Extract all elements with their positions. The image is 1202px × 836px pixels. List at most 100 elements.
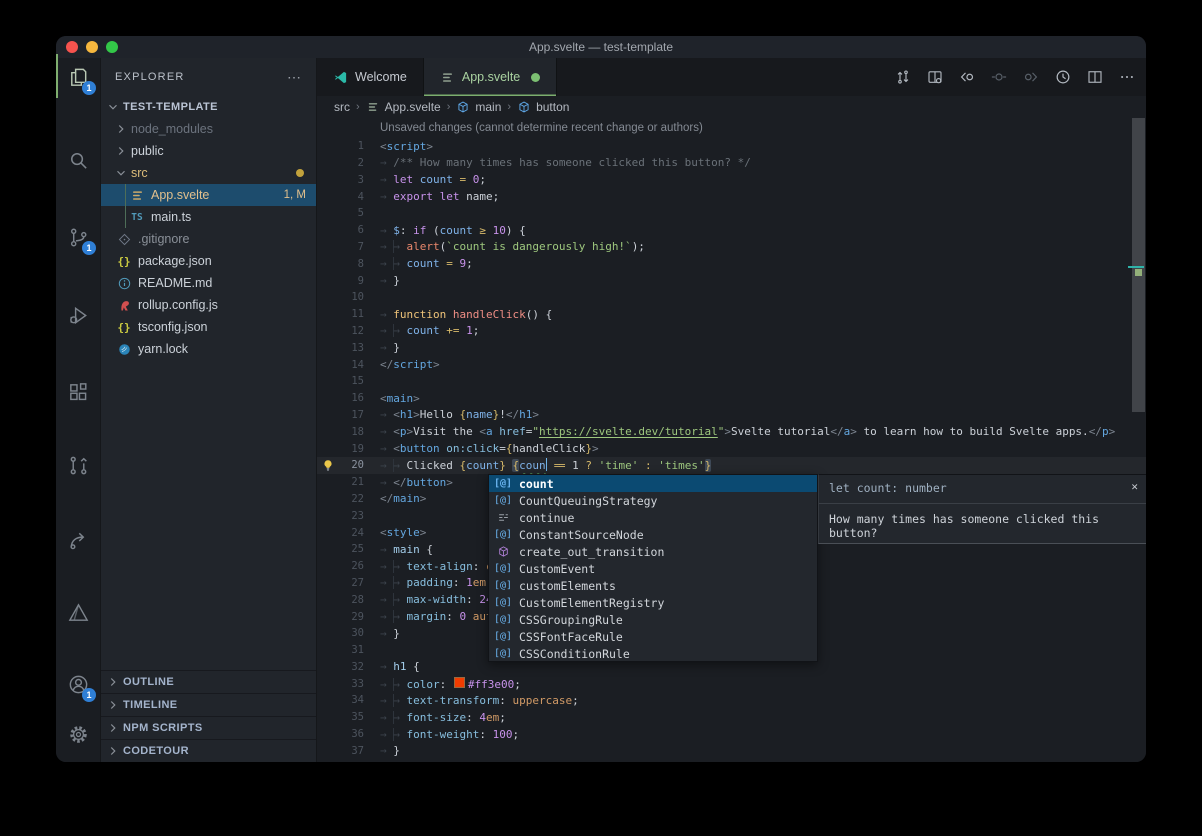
suggest-item-customelementregistry[interactable]: [@]CustomElementRegistry: [489, 594, 817, 611]
code-line-37[interactable]: 37→ }: [317, 742, 1146, 759]
suggest-item-cssconditionrule[interactable]: [@]CSSConditionRule: [489, 645, 817, 662]
suggest-item-count[interactable]: [@]count: [489, 475, 817, 492]
code-line-34[interactable]: 34→ → text-transform: uppercase;: [317, 692, 1146, 709]
navigate-back-icon[interactable]: [958, 68, 976, 86]
pull-request-icon[interactable]: [56, 448, 100, 482]
tree-item-rollup-config-js[interactable]: rollup.config.js: [101, 294, 316, 316]
code-line-7[interactable]: 7→ → alert(`count is dangerously high!`)…: [317, 239, 1146, 256]
open-changes-icon[interactable]: [926, 68, 944, 86]
split-editor-icon[interactable]: [1086, 68, 1104, 86]
section-timeline[interactable]: TIMELINE: [101, 693, 316, 716]
code-line-15[interactable]: 15: [317, 373, 1146, 390]
account-icon[interactable]: 1: [56, 667, 100, 701]
color-swatch[interactable]: [454, 677, 465, 688]
minimize-window-button[interactable]: [86, 41, 98, 53]
tree-item-app-svelte[interactable]: App.svelte1, M: [101, 184, 316, 206]
source-control-icon[interactable]: 1: [56, 220, 100, 254]
line-text: → main {: [380, 543, 433, 556]
breadcrumb-item-main[interactable]: main: [456, 100, 501, 114]
code-line-11[interactable]: 11→ function handleClick() {: [317, 306, 1146, 323]
code-line-20[interactable]: 20→ → Clicked {count} {coun == 1 ? 'time…: [317, 457, 1146, 474]
section-npm-scripts[interactable]: NPM SCRIPTS: [101, 716, 316, 739]
files-icon[interactable]: 1: [56, 60, 100, 94]
close-window-button[interactable]: [66, 41, 78, 53]
code-line-13[interactable]: 13→ }: [317, 339, 1146, 356]
code-line-4[interactable]: 4→ export let name;: [317, 188, 1146, 205]
tab-bar: WelcomeApp.svelte: [317, 58, 1146, 96]
code-line-2[interactable]: 2→ /** How many times has someone clicke…: [317, 155, 1146, 172]
more-actions-icon[interactable]: [1118, 68, 1136, 86]
tree-item-yarn-lock[interactable]: yarn.lock: [101, 338, 316, 360]
code-line-19[interactable]: 19→ <button on:click={handleClick}>: [317, 440, 1146, 457]
tree-item-tsconfig-json[interactable]: {}tsconfig.json: [101, 316, 316, 338]
code-line-12[interactable]: 12→ → count += 1;: [317, 323, 1146, 340]
code-line-16[interactable]: 16<main>: [317, 390, 1146, 407]
tree-item--gitignore[interactable]: .gitignore: [101, 228, 316, 250]
tree-item-readme-md[interactable]: README.md: [101, 272, 316, 294]
section-codetour[interactable]: CODETOUR: [101, 739, 316, 762]
breadcrumb-separator: ›: [356, 101, 360, 113]
suggest-item-customelements[interactable]: [@]customElements: [489, 577, 817, 594]
tree-item-package-json[interactable]: {}package.json: [101, 250, 316, 272]
tree-item-src[interactable]: src: [101, 162, 316, 184]
tab-app-svelte[interactable]: App.svelte: [424, 58, 557, 96]
line-text: <style>: [380, 526, 426, 539]
code-line-6[interactable]: 6→ $: if (count ≥ 10) {: [317, 222, 1146, 239]
close-icon[interactable]: ✕: [1131, 480, 1138, 493]
code-line-10[interactable]: 10: [317, 289, 1146, 306]
line-text: → <p>Visit the <a href="https://svelte.d…: [380, 425, 1115, 438]
suggest-item-create_out_transition[interactable]: create_out_transition: [489, 543, 817, 560]
breadcrumb[interactable]: src›App.svelte›main›button: [317, 96, 1146, 118]
code-line-36[interactable]: 36→ → font-weight: 100;: [317, 726, 1146, 743]
code-line-14[interactable]: 14</script>: [317, 356, 1146, 373]
extensions-icon[interactable]: [56, 375, 100, 409]
suggest-item-customevent[interactable]: [@]CustomEvent: [489, 560, 817, 577]
title-bar[interactable]: App.svelte — test-template: [56, 36, 1146, 58]
suggest-item-countqueuingstrategy[interactable]: [@]CountQueuingStrategy: [489, 492, 817, 509]
zoom-window-button[interactable]: [106, 41, 118, 53]
code-line-9[interactable]: 9→ }: [317, 272, 1146, 289]
editor-scrollbar[interactable]: [1132, 118, 1145, 412]
suggest-item-constantsourcenode[interactable]: [@]ConstantSourceNode: [489, 526, 817, 543]
tree-item-public[interactable]: public: [101, 140, 316, 162]
tabs-container: WelcomeApp.svelte: [317, 58, 557, 96]
code-line-3[interactable]: 3→ let count = 0;: [317, 171, 1146, 188]
project-root-row[interactable]: TEST-TEMPLATE: [101, 96, 316, 118]
lightbulb-icon[interactable]: [321, 458, 335, 473]
history-icon[interactable]: [1054, 68, 1072, 86]
line-number: 28: [317, 594, 364, 606]
line-number: 36: [317, 728, 364, 740]
code-line-18[interactable]: 18 → <p>Visit the <a href="https://svelte…: [317, 423, 1146, 440]
code-line-8[interactable]: 8→ → count = 9;: [317, 255, 1146, 272]
settings-gear-icon[interactable]: [56, 717, 100, 751]
line-number: 18: [317, 426, 364, 438]
navigate-forward-icon[interactable]: [1022, 68, 1040, 86]
tree-item-main-ts[interactable]: TSmain.ts: [101, 206, 316, 228]
symbol-at-icon: [@]: [493, 580, 513, 591]
tab-welcome[interactable]: Welcome: [317, 58, 424, 96]
azure-icon[interactable]: [56, 595, 100, 629]
code-line-5[interactable]: 5: [317, 205, 1146, 222]
circle-outline-icon[interactable]: [990, 68, 1008, 86]
breadcrumb-item-button[interactable]: button: [517, 100, 569, 114]
code-line-33[interactable]: 33→ → color: #ff3e00;: [317, 675, 1146, 692]
search-icon[interactable]: [56, 143, 100, 177]
run-debug-icon[interactable]: [56, 298, 100, 332]
compare-changes-icon[interactable]: [894, 68, 912, 86]
tree-item-node-modules[interactable]: node_modules: [101, 118, 316, 140]
live-share-icon[interactable]: [56, 523, 100, 557]
unsaved-dot-icon[interactable]: [531, 73, 540, 82]
breadcrumb-item-app-svelte[interactable]: App.svelte: [366, 100, 441, 114]
breadcrumb-item-src[interactable]: src: [334, 100, 350, 114]
line-number: 4: [317, 191, 364, 203]
code-line-35[interactable]: 35→ → font-size: 4em;: [317, 709, 1146, 726]
suggest-item-continue[interactable]: continue: [489, 509, 817, 526]
code-line-17[interactable]: 17→ <h1>Hello {name}!</h1>: [317, 407, 1146, 424]
code-editor[interactable]: Unsaved changes (cannot determine recent…: [317, 118, 1146, 762]
code-line-1[interactable]: 1<script>: [317, 138, 1146, 155]
section-outline[interactable]: OUTLINE: [101, 670, 316, 693]
suggest-item-cssfontfacerule[interactable]: [@]CSSFontFaceRule: [489, 628, 817, 645]
explorer-more-actions-icon[interactable]: ⋯: [287, 69, 302, 86]
suggest-item-cssgroupingrule[interactable]: [@]CSSGroupingRule: [489, 611, 817, 628]
line-text: → → count += 1;: [380, 324, 479, 337]
